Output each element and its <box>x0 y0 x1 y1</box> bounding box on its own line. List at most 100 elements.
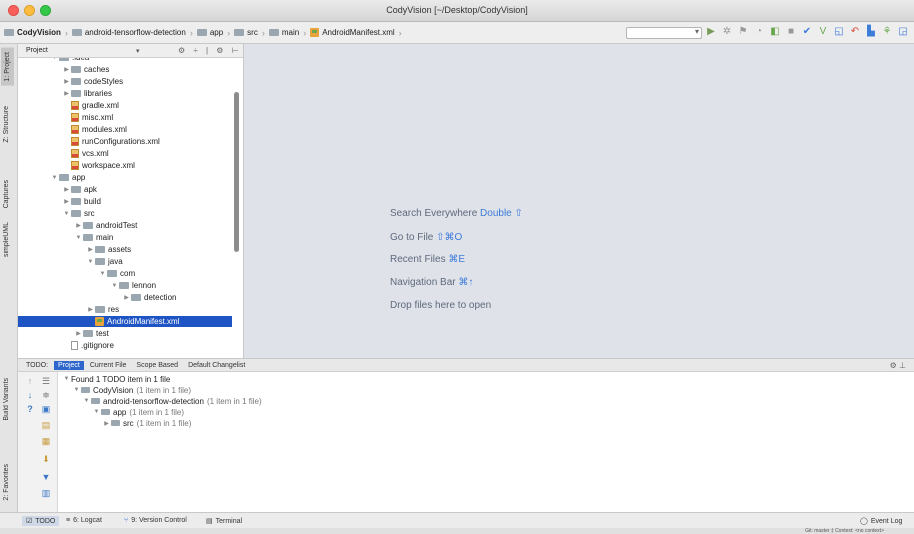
sync-icon[interactable]: ✔ <box>802 26 812 37</box>
status-tab-terminal[interactable]: ▤ Terminal <box>206 517 242 526</box>
layout-icon[interactable]: ◲ <box>898 26 908 37</box>
arrow-up-icon[interactable]: ↑ <box>24 376 36 386</box>
todo-tab-current-file[interactable]: Current File <box>86 361 131 370</box>
debug-icon[interactable]: ✲ <box>722 26 732 37</box>
profile-icon[interactable]: ◔ <box>754 26 764 37</box>
structure-icon[interactable]: ▙ <box>866 26 876 37</box>
tree-item[interactable]: modules.xml <box>18 124 232 135</box>
editor-empty-area[interactable]: Search Everywhere Double ⇧ Go to File ⇧⌘… <box>244 44 914 358</box>
collapsed-arrow-icon[interactable]: ▶ <box>62 90 71 97</box>
stop-icon[interactable]: ■ <box>786 26 796 37</box>
tree-item[interactable]: AndroidManifest.xml <box>18 316 232 327</box>
tab-project[interactable]: 1: Project <box>1 48 14 86</box>
collapsed-arrow-icon[interactable]: ▶ <box>74 222 83 229</box>
collapsed-arrow-icon[interactable]: ▶ <box>62 66 71 73</box>
tree-item[interactable]: ▶ apk <box>18 184 232 195</box>
project-panel-tools[interactable]: ⚙ ÷ | ⚙ ⊢ <box>178 46 242 55</box>
collapsed-arrow-icon[interactable]: ▶ <box>62 186 71 193</box>
flatten-packages-icon[interactable]: ▦ <box>40 436 52 447</box>
sdk-icon[interactable]: ◱ <box>834 26 844 37</box>
tree-item[interactable]: runConfigurations.xml <box>18 136 232 147</box>
tab-structure[interactable]: Z: Structure <box>3 106 10 143</box>
event-log-button[interactable]: ◯ Event Log <box>860 517 902 526</box>
tree-item[interactable]: ▶ androidTest <box>18 220 232 231</box>
autoscroll-icon[interactable]: ⬇ <box>40 454 52 465</box>
attach-icon[interactable]: ◧ <box>770 26 780 37</box>
gradle-icon[interactable]: ⚘ <box>882 26 892 37</box>
tree-item[interactable]: vcs.xml <box>18 148 232 159</box>
group-by-package-icon[interactable]: ▤ <box>40 420 52 431</box>
collapsed-arrow-icon[interactable]: ▶ <box>62 78 71 85</box>
tree-item[interactable]: ▶ detection <box>18 292 232 303</box>
undo-icon[interactable]: ↶ <box>850 26 860 37</box>
tree-item[interactable]: ▼ app <box>18 172 232 183</box>
breadcrumb-app[interactable]: app <box>196 28 223 37</box>
tree-item[interactable]: ▶ res <box>18 304 232 315</box>
expanded-arrow-icon[interactable]: ▼ <box>74 235 83 241</box>
tab-simpleuml[interactable]: simpleUML <box>3 222 10 257</box>
tree-item[interactable]: ▶ codeStyles <box>18 76 232 87</box>
arrow-down-icon[interactable]: ↓ <box>24 390 36 400</box>
collapsed-arrow-icon[interactable]: ▶ <box>122 294 131 301</box>
tree-item[interactable]: ▶ caches <box>18 64 232 75</box>
tree-item[interactable]: ▶ libraries <box>18 88 232 99</box>
todo-row-app[interactable]: ▼ app (1 item in 1 file) <box>92 407 185 417</box>
tree-item[interactable]: ▼ .idea <box>18 58 232 63</box>
breadcrumb-module[interactable]: android-tensorflow-detection <box>71 28 186 37</box>
filter-icon[interactable]: ▼ <box>40 472 52 482</box>
breadcrumb-main[interactable]: main <box>268 28 299 37</box>
git-branch-status[interactable]: Git: master ‡ Context: <no context> <box>805 528 884 534</box>
expanded-arrow-icon[interactable]: ▼ <box>50 58 59 61</box>
group-by-module-icon[interactable]: ▣ <box>40 404 52 415</box>
tab-captures[interactable]: Captures <box>3 180 10 208</box>
expanded-arrow-icon[interactable]: ▼ <box>86 259 95 265</box>
breadcrumb-project[interactable]: CodyVision <box>4 28 61 37</box>
todo-tab-scope-based[interactable]: Scope Based <box>132 361 182 370</box>
expanded-arrow-icon[interactable]: ▼ <box>50 175 59 181</box>
todo-row-src[interactable]: ▶ src (1 item in 1 file) <box>102 418 191 428</box>
tree-item[interactable]: ▶ test <box>18 328 232 339</box>
tree-item[interactable]: .gitignore <box>18 340 232 351</box>
expanded-arrow-icon[interactable]: ▼ <box>98 271 107 277</box>
status-tab-logcat[interactable]: ≡ 6: Logcat <box>66 517 102 524</box>
todo-row-project[interactable]: ▼ CodyVision (1 item in 1 file) <box>72 385 192 395</box>
tree-item[interactable]: ▼ java <box>18 256 232 267</box>
run-icon[interactable]: ▶ <box>706 26 716 37</box>
project-view-selector[interactable]: Project <box>26 47 48 54</box>
status-tab-todo[interactable]: ☑ TODO <box>22 516 60 526</box>
tree-item[interactable]: ▶ build <box>18 196 232 207</box>
tree-item[interactable]: ▼ src <box>18 208 232 219</box>
tab-build-variants[interactable]: Build Variants <box>3 378 10 421</box>
coverage-icon[interactable]: ⚑ <box>738 26 748 37</box>
collapsed-arrow-icon[interactable]: ▶ <box>86 306 95 313</box>
tree-item[interactable]: workspace.xml <box>18 160 232 171</box>
tree-item[interactable]: ▼ main <box>18 232 232 243</box>
tree-item[interactable]: misc.xml <box>18 112 232 123</box>
todo-row-module[interactable]: ▼ android-tensorflow-detection (1 item in … <box>82 396 262 406</box>
expanded-arrow-icon[interactable]: ▼ <box>62 211 71 217</box>
chevron-down-icon[interactable]: ▾ <box>136 47 140 55</box>
todo-tab-default-changelist[interactable]: Default Changelist <box>184 361 249 370</box>
help-icon[interactable]: ? <box>24 404 36 414</box>
todo-row-summary[interactable]: ▼ Found 1 TODO item in 1 file <box>62 374 171 384</box>
tab-favorites[interactable]: 2: Favorites <box>3 464 10 501</box>
expanded-arrow-icon[interactable]: ▼ <box>110 283 119 289</box>
project-scrollbar[interactable] <box>234 92 239 252</box>
collapsed-arrow-icon[interactable]: ▶ <box>62 198 71 205</box>
preview-icon[interactable]: ▥ <box>40 488 52 499</box>
breadcrumb-file[interactable]: AndroidManifest.xml <box>310 28 395 37</box>
status-tab-version-control[interactable]: ⑂ 9: Version Control <box>124 517 187 524</box>
collapse-all-icon[interactable]: ≑ <box>40 390 52 401</box>
breadcrumb-src[interactable]: src <box>234 28 258 37</box>
expand-all-icon[interactable]: ☰ <box>40 376 52 387</box>
run-configuration-select[interactable] <box>626 27 702 39</box>
todo-tab-project[interactable]: Project <box>54 360 84 370</box>
tree-item[interactable]: gradle.xml <box>18 100 232 111</box>
avd-icon[interactable]: V <box>818 26 828 37</box>
tree-item[interactable]: ▶ assets <box>18 244 232 255</box>
collapsed-arrow-icon[interactable]: ▶ <box>74 330 83 337</box>
settings-icon[interactable]: ⚙ ⊥ <box>890 361 906 370</box>
tree-item[interactable]: ▼ com <box>18 268 232 279</box>
collapsed-arrow-icon[interactable]: ▶ <box>86 246 95 253</box>
tree-item[interactable]: ▼ lennon <box>18 280 232 291</box>
